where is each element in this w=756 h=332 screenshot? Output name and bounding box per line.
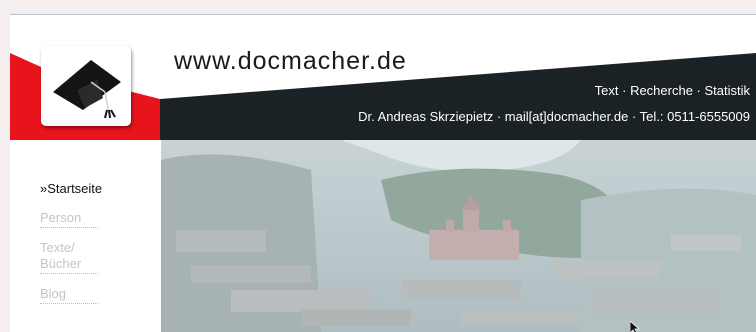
main-nav: »Startseite Person Texte/ Bücher Blog — [40, 181, 160, 316]
page-frame: www.docmacher.de Text · Recherche · Stat… — [10, 14, 756, 332]
contact-info: Dr. Andreas Skrziepietz · mail[at]docmac… — [358, 109, 750, 124]
city-aerial-photo — [161, 140, 756, 332]
site-title[interactable]: www.docmacher.de — [174, 47, 407, 76]
hero-city-photo — [161, 140, 756, 332]
nav-item-blog[interactable]: Blog — [40, 286, 98, 304]
nav-item-person[interactable]: Person — [40, 210, 98, 228]
tagline: Text · Recherche · Statistik — [594, 83, 750, 98]
header-banner: www.docmacher.de Text · Recherche · Stat… — [10, 15, 756, 140]
nav-item-texte-buecher[interactable]: Texte/ Bücher — [40, 240, 98, 274]
logo[interactable] — [41, 46, 131, 126]
nav-item-startseite[interactable]: »Startseite — [40, 181, 160, 198]
graduation-cap-icon — [53, 60, 121, 119]
mouse-cursor-icon — [630, 321, 641, 332]
